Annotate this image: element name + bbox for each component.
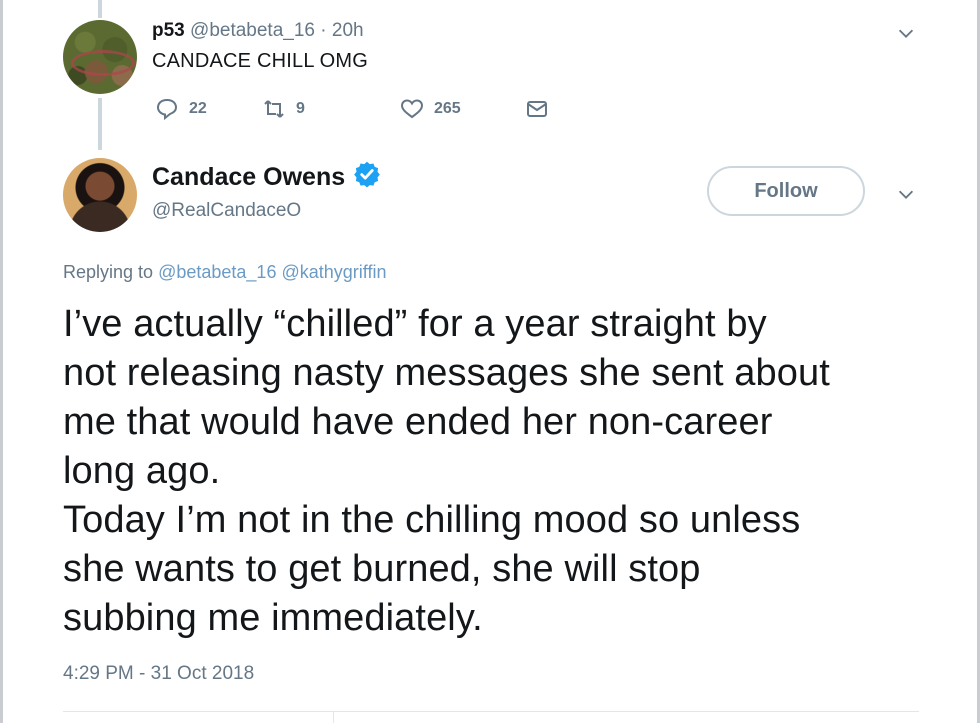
reply-age[interactable]: 20h: [332, 20, 364, 41]
like-button[interactable]: 265: [400, 97, 461, 121]
replying-to-link[interactable]: @betabeta_16: [158, 262, 276, 282]
thread-line-top: [98, 0, 102, 18]
reply-display-name[interactable]: p53: [152, 20, 185, 41]
replying-to-label: Replying to: [63, 262, 154, 282]
chevron-down-icon: [898, 29, 914, 38]
replying-to-line: Replying to @betabeta_16 @kathygriffin: [63, 262, 386, 283]
window-edge-left: [0, 0, 3, 723]
reply-tweet-text: CANDACE CHILL OMG: [152, 50, 369, 72]
reply-button[interactable]: 22: [155, 97, 207, 121]
divider: [63, 711, 919, 712]
like-count: 265: [434, 100, 461, 117]
author-display-name[interactable]: Candace Owens: [152, 163, 345, 192]
heart-icon: [400, 99, 424, 119]
replying-to-link[interactable]: @kathygriffin: [281, 262, 386, 282]
reply-more-menu[interactable]: [895, 22, 917, 44]
thread-line-bottom: [98, 98, 102, 150]
reply-handle[interactable]: @betabeta_16: [190, 20, 315, 41]
reply-tweet-header: p53 @betabeta_16 · 20h: [152, 20, 364, 42]
verified-badge-icon: [353, 160, 381, 195]
reply-icon: [156, 98, 178, 121]
main-more-menu[interactable]: [895, 183, 917, 205]
envelope-icon: [527, 101, 547, 117]
reply-separator: ·: [320, 20, 327, 41]
retweet-icon: [264, 100, 284, 118]
avatar-candace-owens[interactable]: [63, 158, 137, 232]
divider-tick: [333, 711, 334, 723]
direct-message-button[interactable]: [525, 97, 549, 121]
follow-button[interactable]: Follow: [707, 166, 865, 216]
reply-count: 22: [189, 100, 207, 117]
author-handle[interactable]: @RealCandaceO: [152, 200, 301, 222]
tweet-timestamp[interactable]: 4:29 PM - 31 Oct 2018: [63, 663, 254, 685]
retweet-button[interactable]: 9: [262, 97, 305, 121]
chevron-down-icon: [898, 190, 914, 199]
main-tweet-author: Candace Owens: [152, 160, 381, 195]
tweet-body: I’ve actually “chilled” for a year strai…: [63, 303, 830, 639]
avatar-p53[interactable]: [63, 20, 137, 94]
retweet-count: 9: [296, 100, 305, 117]
